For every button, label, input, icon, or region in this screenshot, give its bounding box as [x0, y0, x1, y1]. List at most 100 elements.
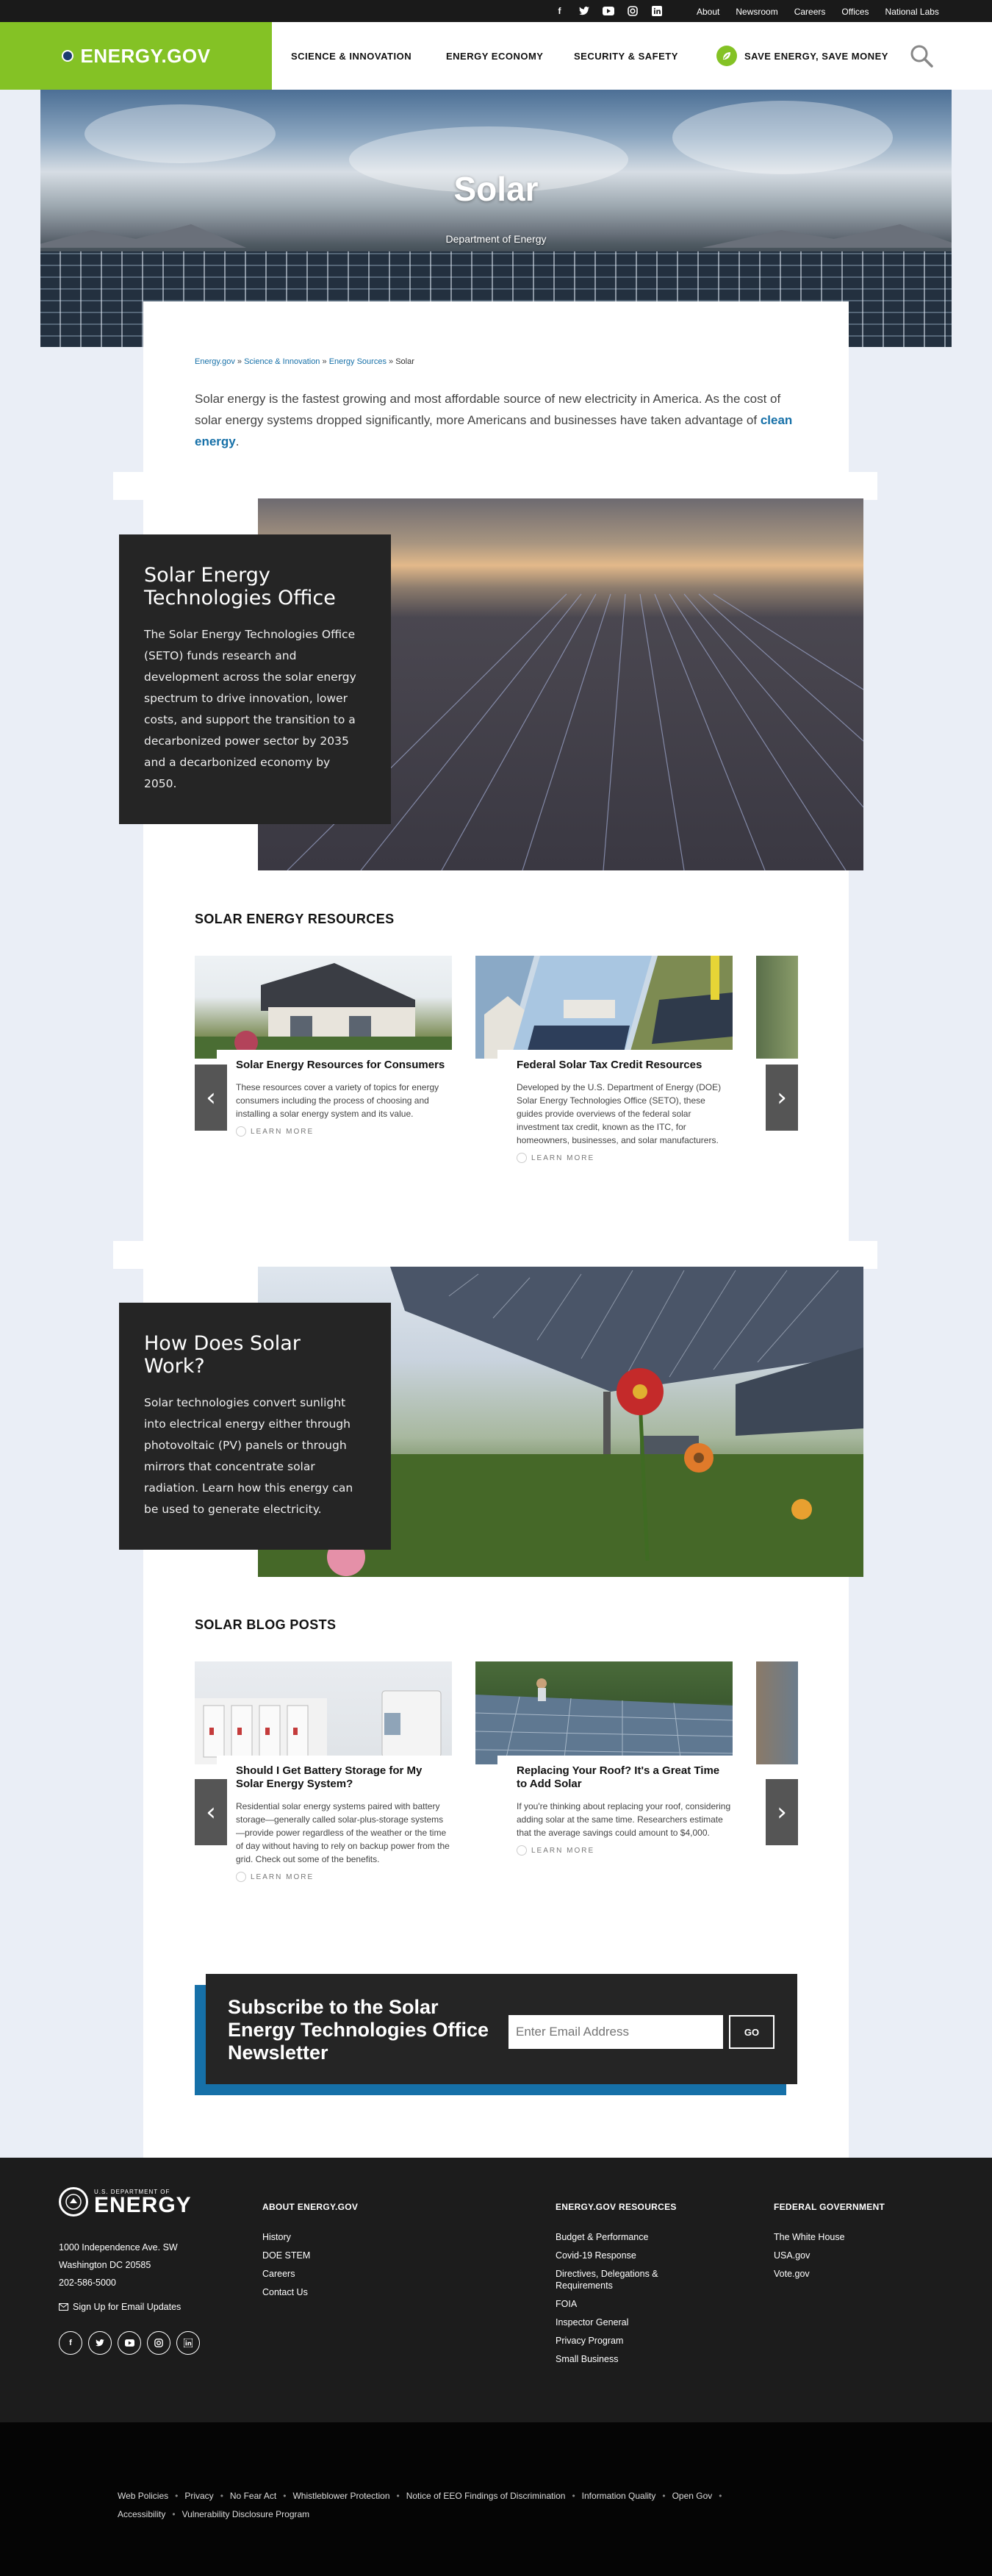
utility-link-about[interactable]: About — [697, 7, 719, 17]
blog-card[interactable]: Replacing Your Roof? It's a Great Time t… — [475, 1661, 740, 1863]
learn-more-link[interactable]: LEARN MORE — [517, 1153, 733, 1163]
legal-link[interactable]: Open Gov — [672, 2491, 713, 2501]
utility-link-careers[interactable]: Careers — [794, 7, 826, 17]
seto-feature-box: Solar Energy Technologies Office The Sol… — [119, 534, 391, 824]
seto-description: The Solar Energy Technologies Office (SE… — [144, 628, 356, 790]
tax-credit-collage-image — [475, 956, 733, 1059]
footer-link[interactable]: USA.gov — [774, 2250, 885, 2261]
legal-link[interactable]: Information Quality — [582, 2491, 656, 2501]
legal-link[interactable]: Whistleblower Protection — [292, 2491, 389, 2501]
footer-link[interactable]: DOE STEM — [262, 2250, 358, 2261]
legal-link[interactable]: Notice of EEO Findings of Discrimination — [406, 2491, 566, 2501]
breadcrumb: Energy.gov » Science & Innovation » Ener… — [195, 357, 414, 366]
collage-illustration — [475, 956, 733, 1059]
breadcrumb-current: Solar — [395, 357, 414, 366]
battery-illustration — [195, 1690, 442, 1764]
nav-science-innovation[interactable]: SCIENCE & INNOVATION — [291, 51, 411, 62]
blog-card-description: If you're thinking about replacing your … — [517, 1801, 731, 1838]
utility-link-national-labs[interactable]: National Labs — [885, 7, 939, 17]
legal-link[interactable]: Accessibility — [118, 2509, 165, 2519]
carousel-prev-button[interactable]: ‹ — [195, 1065, 227, 1131]
blog-section-title: SOLAR BLOG POSTS — [195, 1617, 337, 1632]
site-logo[interactable]: ENERGY.GOV — [0, 22, 272, 90]
breadcrumb-separator: » — [237, 357, 242, 366]
house-illustration — [195, 963, 452, 1059]
phone-number: 202-586-5000 — [59, 2278, 116, 2288]
learn-more-label: LEARN MORE — [531, 1153, 595, 1162]
resource-card[interactable]: Federal Solar Tax Credit Resources Devel… — [475, 956, 740, 1170]
footer-col-resources: ENERGY.GOV RESOURCES Budget & Performanc… — [556, 2202, 688, 2372]
nav-energy-economy[interactable]: ENERGY ECONOMY — [446, 51, 543, 62]
circle-arrow-icon — [236, 1872, 246, 1882]
facebook-icon[interactable]: f — [59, 2331, 82, 2355]
intro-end: . — [235, 434, 240, 448]
legal-links: Web Policies • Privacy • No Fear Act • Whistle… — [118, 2487, 852, 2524]
nav-save-energy-label: SAVE ENERGY, SAVE MONEY — [744, 50, 888, 62]
seto-title: Solar Energy Technologies Office — [144, 564, 336, 609]
site-footer: U.S. DEPARTMENT OF ENERGY 1000 Independe… — [0, 2158, 992, 2422]
intro-paragraph: Solar energy is the fastest growing and … — [195, 388, 797, 452]
instagram-icon[interactable] — [625, 4, 639, 18]
carousel-next-button[interactable]: › — [766, 1779, 798, 1845]
footer-link[interactable]: History — [262, 2231, 358, 2243]
how-solar-works-description: Solar technologies convert sunlight into… — [144, 1396, 353, 1516]
page-title: Solar — [453, 170, 539, 208]
cloud-shape — [672, 101, 893, 174]
legal-link[interactable]: No Fear Act — [230, 2491, 276, 2501]
carousel-next-button[interactable]: › — [766, 1065, 798, 1131]
resource-card-title[interactable]: Solar Energy Resources for Consumers — [236, 1059, 452, 1072]
footer-link[interactable]: Contact Us — [262, 2286, 358, 2298]
footer-link[interactable]: Careers — [262, 2268, 358, 2280]
learn-more-link[interactable]: LEARN MORE — [517, 1845, 733, 1856]
footer-link[interactable]: FOIA — [556, 2298, 688, 2310]
utility-link-newsroom[interactable]: Newsroom — [736, 7, 777, 17]
footer-col-title: ABOUT ENERGY.GOV — [262, 2202, 359, 2212]
breadcrumb-link[interactable]: Science & Innovation — [244, 357, 320, 366]
legal-link[interactable]: Web Policies — [118, 2491, 168, 2501]
footer-link[interactable]: Budget & Performance — [556, 2231, 688, 2243]
search-icon[interactable] — [909, 43, 934, 68]
blog-card[interactable]: Should I Get Battery Storage for My Sola… — [195, 1661, 459, 1889]
learn-more-link[interactable]: LEARN MORE — [236, 1872, 452, 1882]
nav-save-energy[interactable]: SAVE ENERGY, SAVE MONEY — [716, 46, 888, 66]
email-input[interactable] — [508, 2015, 723, 2049]
twitter-icon[interactable] — [88, 2331, 112, 2355]
learn-more-link[interactable]: LEARN MORE — [236, 1126, 452, 1137]
footer-link[interactable]: Privacy Program — [556, 2335, 688, 2347]
resource-card[interactable]: Solar Energy Resources for Consumers The… — [195, 956, 459, 1144]
nav-security-safety[interactable]: SECURITY & SAFETY — [574, 51, 678, 62]
footer-link[interactable]: The White House — [774, 2231, 885, 2243]
resource-card-description: Developed by the U.S. Department of Ener… — [517, 1082, 722, 1145]
breadcrumb-link[interactable]: Energy.gov — [195, 357, 235, 366]
resource-card-description: These resources cover a variety of topic… — [236, 1082, 439, 1119]
footer-link[interactable]: Inspector General — [556, 2316, 688, 2328]
utility-link-offices[interactable]: Offices — [841, 7, 869, 17]
youtube-icon[interactable] — [601, 4, 615, 18]
subscribe-box: Subscribe to the Solar Energy Technologi… — [206, 1974, 797, 2084]
instagram-icon[interactable] — [147, 2331, 170, 2355]
breadcrumb-link[interactable]: Energy Sources — [329, 357, 387, 366]
address-line: Washington DC 20585 — [59, 2260, 151, 2270]
resource-card-title[interactable]: Federal Solar Tax Credit Resources — [517, 1059, 733, 1072]
footer-link[interactable]: Directives, Delegations & Requirements — [556, 2268, 688, 2291]
linkedin-icon[interactable] — [650, 4, 664, 18]
blog-card-title[interactable]: Replacing Your Roof? It's a Great Time t… — [517, 1764, 733, 1791]
footer-link[interactable]: Vote.gov — [774, 2268, 885, 2280]
footer-logo[interactable]: U.S. DEPARTMENT OF ENERGY — [59, 2187, 192, 2217]
footer-link[interactable]: Small Business — [556, 2353, 688, 2365]
carousel-prev-button[interactable]: ‹ — [195, 1779, 227, 1845]
youtube-icon[interactable] — [118, 2331, 141, 2355]
separator-dot: • — [719, 2491, 722, 2501]
linkedin-icon[interactable] — [176, 2331, 200, 2355]
blog-card-body: Should I Get Battery Storage for My Sola… — [217, 1756, 459, 1889]
twitter-icon[interactable] — [577, 4, 591, 18]
subscribe-go-button[interactable]: GO — [729, 2015, 774, 2049]
email-signup-link[interactable]: Sign Up for Email Updates — [59, 2302, 181, 2312]
blog-card-title[interactable]: Should I Get Battery Storage for My Sola… — [236, 1764, 452, 1791]
section-band — [113, 1241, 877, 1269]
legal-link[interactable]: Privacy — [184, 2491, 213, 2501]
legal-link[interactable]: Vulnerability Disclosure Program — [182, 2509, 310, 2519]
learn-more-label: LEARN MORE — [531, 1846, 595, 1855]
facebook-icon[interactable]: f — [553, 4, 567, 18]
footer-link[interactable]: Covid-19 Response — [556, 2250, 688, 2261]
